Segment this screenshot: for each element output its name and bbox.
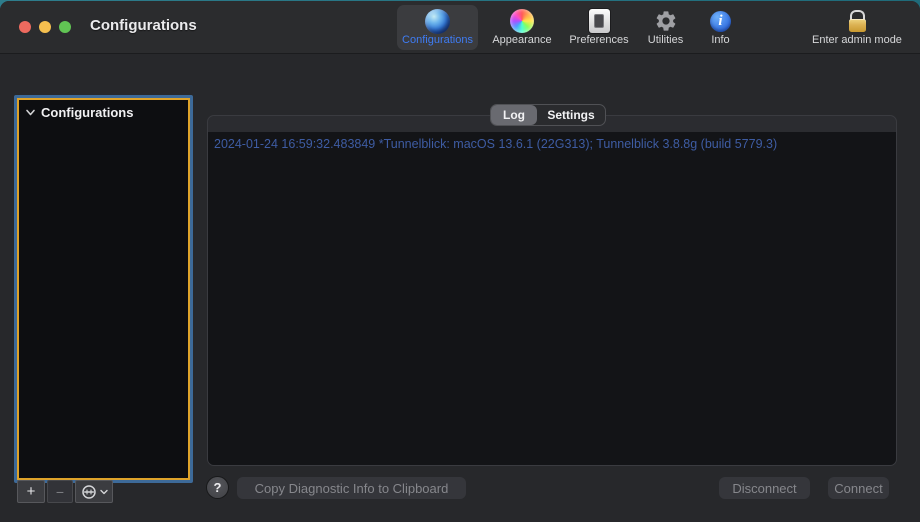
toolbar-item-utilities[interactable]: Utilities <box>638 5 693 50</box>
tab-log[interactable]: Log <box>491 105 537 125</box>
tunnelblick-window: Configurations Configurations Appearance… <box>0 1 920 522</box>
window-title: Configurations <box>90 17 197 34</box>
remove-configuration-button[interactable]: − <box>47 480 73 503</box>
enter-admin-mode-button[interactable]: Enter admin mode <box>800 5 914 50</box>
info-icon: i <box>710 8 731 34</box>
action-gear-icon <box>81 484 97 500</box>
toolbar-item-label: Utilities <box>648 34 683 46</box>
color-wheel-icon <box>510 8 534 34</box>
lock-icon <box>849 8 866 34</box>
configurations-globe-icon <box>425 8 450 34</box>
close-button[interactable] <box>19 21 31 33</box>
enter-admin-mode-label: Enter admin mode <box>812 34 902 46</box>
minimize-button[interactable] <box>39 21 51 33</box>
list-edit-buttons: + − <box>17 480 113 503</box>
toolbar-item-label: Configurations <box>402 34 473 46</box>
toolbar-item-configurations[interactable]: Configurations <box>397 5 478 50</box>
connect-button[interactable]: Connect <box>828 477 889 499</box>
copy-diagnostic-info-button[interactable]: Copy Diagnostic Info to Clipboard <box>237 477 466 499</box>
add-configuration-button[interactable]: + <box>17 480 45 503</box>
tab-settings[interactable]: Settings <box>537 105 605 125</box>
chevron-down-icon <box>100 488 108 496</box>
toolbar-item-label: Info <box>711 34 729 46</box>
gear-icon <box>654 8 678 34</box>
toolbar-item-label: Appearance <box>492 34 551 46</box>
disclosure-chevron-icon[interactable] <box>25 107 36 118</box>
switch-plate-icon <box>589 8 610 34</box>
configurations-list-selection-frame: Configurations <box>17 98 190 480</box>
tree-item-label: Configurations <box>41 105 133 120</box>
log-settings-segmented-control: Log Settings <box>490 104 606 126</box>
action-menu-button[interactable] <box>75 480 113 503</box>
disconnect-button[interactable]: Disconnect <box>719 477 810 499</box>
log-line: 2024-01-24 16:59:32.483849 *Tunnelblick:… <box>208 132 896 151</box>
toolbar-item-appearance[interactable]: Appearance <box>487 5 557 50</box>
zoom-button[interactable] <box>59 21 71 33</box>
toolbar-item-label: Preferences <box>569 34 628 46</box>
configurations-tree-root[interactable]: Configurations <box>19 100 188 121</box>
help-button[interactable]: ? <box>207 477 228 498</box>
toolbar-item-preferences[interactable]: Preferences <box>560 5 638 50</box>
titlebar: Configurations Configurations Appearance… <box>0 1 920 54</box>
configurations-list: Configurations <box>14 95 193 483</box>
log-scroll-view[interactable]: 2024-01-24 16:59:32.483849 *Tunnelblick:… <box>208 132 896 465</box>
desktop-background: Configurations Configurations Appearance… <box>0 0 920 522</box>
toolbar-item-info[interactable]: i Info <box>698 5 743 50</box>
